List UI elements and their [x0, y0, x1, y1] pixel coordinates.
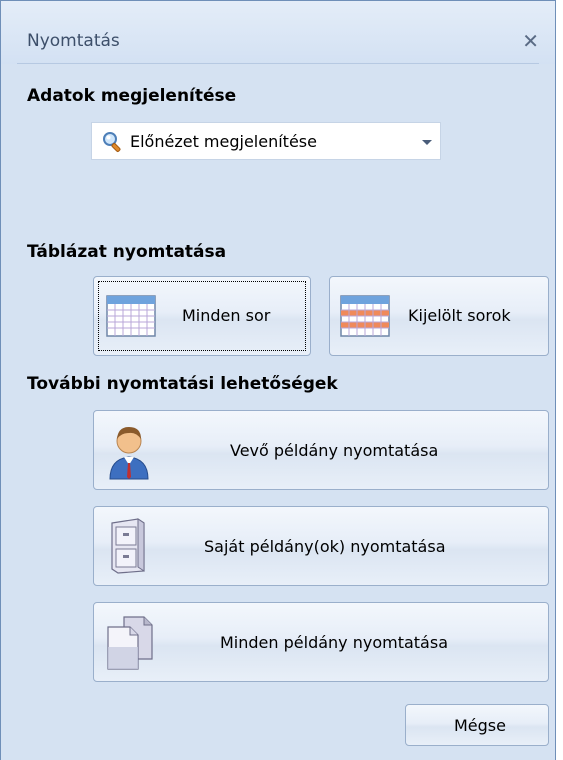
display-section-heading: Adatok megjelenítése — [27, 86, 237, 106]
customer-copy-button[interactable]: Vevő példány nyomtatása — [93, 410, 549, 490]
close-icon[interactable]: ✕ — [522, 29, 539, 53]
table-section-heading: Táblázat nyomtatása — [27, 242, 227, 262]
magnifier-icon — [103, 132, 121, 152]
selected-rows-label: Kijelölt sorok — [408, 306, 511, 325]
selected-rows-button[interactable]: Kijelölt sorok — [329, 276, 549, 356]
more-options-heading: További nyomtatási lehetőségek — [27, 374, 338, 394]
user-icon — [109, 427, 149, 480]
title-bar: Nyomtatás ✕ — [1, 0, 555, 64]
all-copies-button[interactable]: Minden példány nyomtatása — [93, 602, 549, 682]
all-copies-label: Minden példány nyomtatása — [220, 633, 448, 652]
cancel-label: Mégse — [454, 716, 506, 735]
window-title: Nyomtatás — [27, 31, 120, 51]
cancel-button[interactable]: Mégse — [405, 704, 549, 746]
title-divider — [17, 63, 539, 64]
print-panel: Nyomtatás ✕ Adatok megjelenítése Előnéze… — [0, 0, 556, 760]
table-highlight-icon — [340, 295, 390, 337]
all-rows-label: Minden sor — [182, 306, 271, 325]
customer-copy-label: Vevő példány nyomtatása — [230, 441, 439, 460]
own-copies-button[interactable]: Saját példány(ok) nyomtatása — [93, 506, 549, 586]
preview-dropdown[interactable]: Előnézet megjelenítése — [91, 122, 441, 160]
own-copies-label: Saját példány(ok) nyomtatása — [204, 537, 446, 556]
all-rows-button[interactable]: Minden sor — [93, 276, 311, 356]
filing-cabinet-icon — [111, 518, 145, 574]
table-grid-icon — [106, 295, 156, 337]
preview-dropdown-value: Előnézet megjelenítése — [130, 132, 317, 151]
documents-icon — [107, 616, 153, 670]
chevron-down-icon[interactable] — [422, 140, 432, 145]
